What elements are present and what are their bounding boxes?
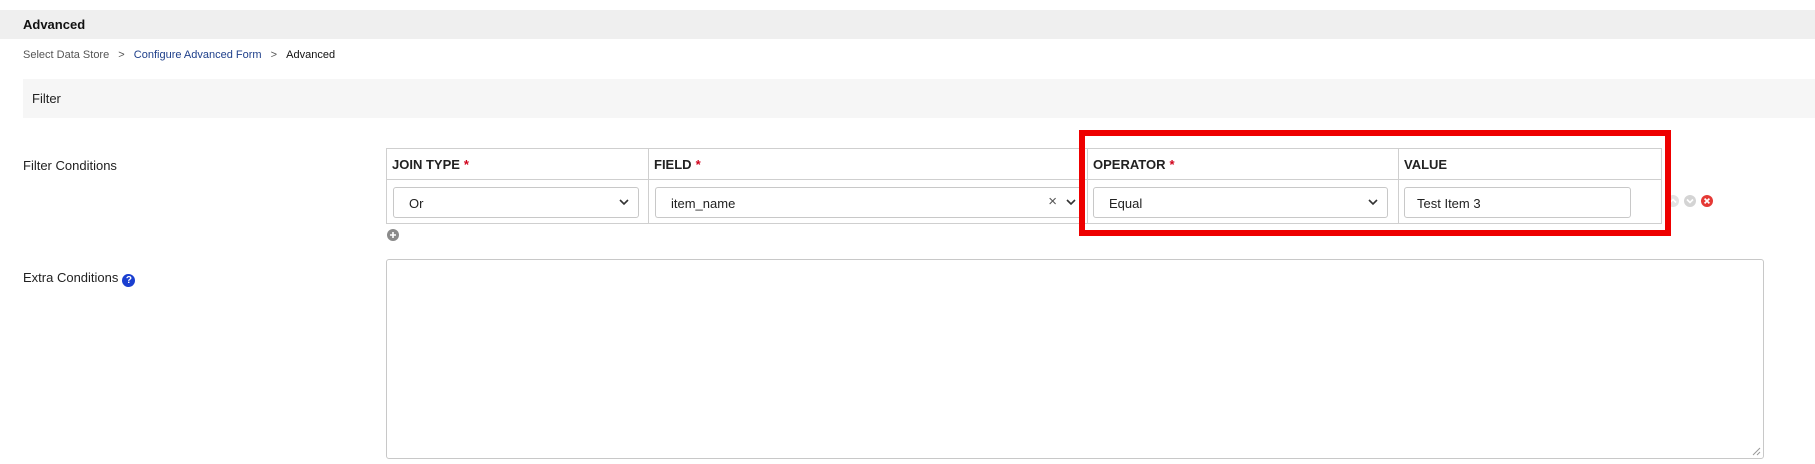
extra-conditions-label: Extra Conditions	[23, 270, 119, 285]
operator-select[interactable]: Equal	[1093, 187, 1388, 218]
operator-value: Equal	[1109, 196, 1143, 211]
column-value: VALUE Test Item 3	[1399, 149, 1661, 223]
resize-handle-icon[interactable]	[1751, 446, 1761, 456]
filter-conditions-label: Filter Conditions	[23, 158, 117, 173]
column-header-label: JOIN TYPE	[392, 157, 460, 172]
plus-circle-icon[interactable]	[386, 228, 400, 242]
required-marker: *	[1169, 157, 1175, 172]
chevron-down-icon	[619, 199, 629, 206]
breadcrumb-separator: >	[270, 49, 278, 61]
join-type-value: Or	[409, 196, 424, 211]
column-header-operator: OPERATOR *	[1088, 149, 1398, 180]
filter-section-title: Filter	[32, 91, 61, 106]
column-field: FIELD * item_name ×	[649, 149, 1088, 223]
clear-icon[interactable]: ×	[1048, 194, 1057, 210]
column-header-join-type: JOIN TYPE *	[387, 149, 648, 180]
question-circle-icon[interactable]: ?	[122, 274, 136, 287]
breadcrumb-item-select-data-store[interactable]: Select Data Store	[23, 49, 109, 61]
extra-conditions-label-row: Extra Conditions?	[23, 270, 136, 287]
filter-section-header: Filter	[23, 79, 1815, 118]
page: Advanced Select Data Store > Configure A…	[0, 0, 1815, 464]
title-bar: Advanced	[0, 10, 1815, 39]
filter-conditions-table: JOIN TYPE * Or FIELD * item_name × OPERATO…	[386, 148, 1662, 224]
extra-conditions-textarea[interactable]	[386, 259, 1764, 459]
breadcrumb-item-configure-advanced-form[interactable]: Configure Advanced Form	[134, 49, 262, 61]
remove-icon[interactable]	[1700, 194, 1714, 208]
column-header-label: OPERATOR	[1093, 157, 1166, 172]
page-title: Advanced	[23, 17, 86, 32]
column-header-label: FIELD	[654, 157, 692, 172]
value-input[interactable]: Test Item 3	[1404, 187, 1631, 218]
move-up-icon[interactable]	[1666, 194, 1680, 208]
column-header-label: VALUE	[1404, 157, 1448, 172]
breadcrumb-separator: >	[118, 49, 125, 61]
field-value: item_name	[671, 196, 736, 211]
move-down-icon[interactable]	[1683, 194, 1697, 208]
chevron-down-icon	[1066, 199, 1076, 206]
column-header-value: VALUE	[1399, 149, 1661, 180]
required-marker: *	[695, 157, 701, 172]
column-join-type: JOIN TYPE * Or	[387, 149, 649, 223]
value-input-text: Test Item 3	[1417, 196, 1481, 211]
column-header-field: FIELD *	[649, 149, 1087, 180]
chevron-down-icon	[1368, 199, 1378, 206]
breadcrumb-item-advanced: Advanced	[286, 49, 336, 61]
breadcrumb: Select Data Store > Configure Advanced F…	[23, 49, 335, 61]
column-operator: OPERATOR * Equal	[1088, 149, 1399, 223]
field-select[interactable]: item_name ×	[655, 187, 1085, 218]
join-type-select[interactable]: Or	[393, 187, 639, 218]
required-marker: *	[463, 157, 469, 172]
